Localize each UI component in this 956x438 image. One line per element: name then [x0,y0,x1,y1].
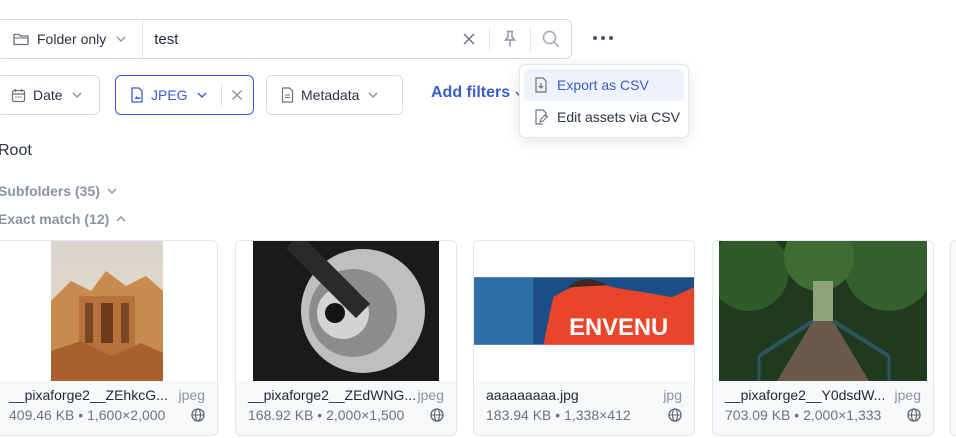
menu-item-label: Export as CSV [557,77,649,93]
asset-meta: 183.94 KB • 1,338×412 [486,407,631,423]
chevron-down-icon [116,36,126,42]
close-icon [232,90,243,100]
more-options-button[interactable] [590,27,616,49]
asset-card[interactable]: ENVENU aaaaaaaaa.jpg jpg 183.94 KB • 1,3… [473,240,695,436]
asset-name: aaaaaaaaa.jpg [486,387,579,403]
subfolders-toggle[interactable]: Subfolders (35) [0,183,118,199]
asset-type: jpg [663,387,682,403]
asset-name: __pixaforge2__ZEdWNG... [248,387,417,403]
asset-thumbnail[interactable] [236,241,456,381]
close-icon [463,33,475,45]
download-file-icon [535,77,547,93]
asset-thumbnail[interactable]: ENVENU [474,241,694,381]
chevron-down-icon [197,92,207,98]
chevron-down-icon [368,92,378,98]
scope-dropdown[interactable]: Folder only [0,20,144,58]
asset-meta: 409.46 KB • 1,600×2,000 [9,407,166,423]
metadata-filter[interactable]: Metadata [266,75,403,115]
asset-thumbnail[interactable] [713,241,933,381]
asset-thumbnail[interactable] [0,241,217,381]
menu-item-export-csv[interactable]: Export as CSV [524,69,684,101]
asset-type: jpeg [178,387,205,403]
exact-match-label: Exact match (12) [0,211,110,227]
more-options-menu: Export as CSV Edit assets via CSV [519,64,689,138]
file-image-icon [131,87,143,103]
chevron-down-icon [72,92,82,98]
folder-icon [13,33,29,46]
asset-name: __pixaforge2__Y0dsdW... [725,387,886,403]
file-type-filter-label: JPEG [151,87,188,103]
chevron-down-icon [107,188,117,194]
asset-meta: 703.09 KB • 2,000×1,333 [725,407,882,423]
globe-icon [430,408,444,422]
breadcrumb-root[interactable]: Root [0,142,32,160]
edit-file-icon [535,109,548,125]
asset-name: __pixaforge2__ZEhkcG... [9,387,168,403]
date-filter-label: Date [33,87,63,103]
desert-temple-image [51,241,163,381]
pin-search-button[interactable] [490,20,530,58]
metadata-filter-label: Metadata [301,87,360,103]
search-button[interactable] [531,20,571,58]
subfolders-label: Subfolders (35) [0,183,100,199]
file-type-filter-toggle[interactable]: JPEG [116,76,221,114]
asset-card[interactable]: __pixaforge2__ZEdWNG... jpeg 168.92 KB •… [235,240,457,436]
pin-icon [504,30,516,47]
forest-bridge-image [719,241,927,381]
svg-text:ENVENU: ENVENU [569,314,668,341]
clear-search-button[interactable] [449,20,489,58]
asset-card[interactable]: __pixaforge2__ZEhkcG... jpeg 409.46 KB •… [0,240,218,436]
exact-match-toggle[interactable]: Exact match (12) [0,211,127,227]
more-horizontal-icon [593,36,613,40]
asset-card[interactable]: __pixaforge2__Y0dsdW... jpeg 703.09 KB •… [712,240,934,436]
add-filters-button[interactable]: Add filters [431,84,510,102]
menu-item-label: Edit assets via CSV [557,109,680,125]
welcome-jersey-image: ENVENU [474,277,694,345]
date-filter[interactable]: Date [0,75,100,115]
file-type-filter[interactable]: JPEG [115,75,254,115]
scope-label: Folder only [37,31,107,47]
calendar-icon [11,88,26,102]
menu-item-edit-csv[interactable]: Edit assets via CSV [524,101,684,133]
document-icon [281,87,294,103]
globe-icon [907,408,921,422]
search-icon [542,30,560,48]
chevron-up-icon [116,216,126,222]
globe-icon [191,408,205,422]
remove-filter-button[interactable] [222,76,254,114]
spiral-staircase-image [253,241,439,381]
asset-card-partial[interactable] [950,240,956,436]
search-bar: Folder only test [0,19,572,59]
asset-meta: 168.92 KB • 2,000×1,500 [248,407,405,423]
globe-icon [668,408,682,422]
search-input[interactable]: test [143,31,449,48]
asset-type: jpeg [894,387,921,403]
asset-type: jpeg [417,387,444,403]
